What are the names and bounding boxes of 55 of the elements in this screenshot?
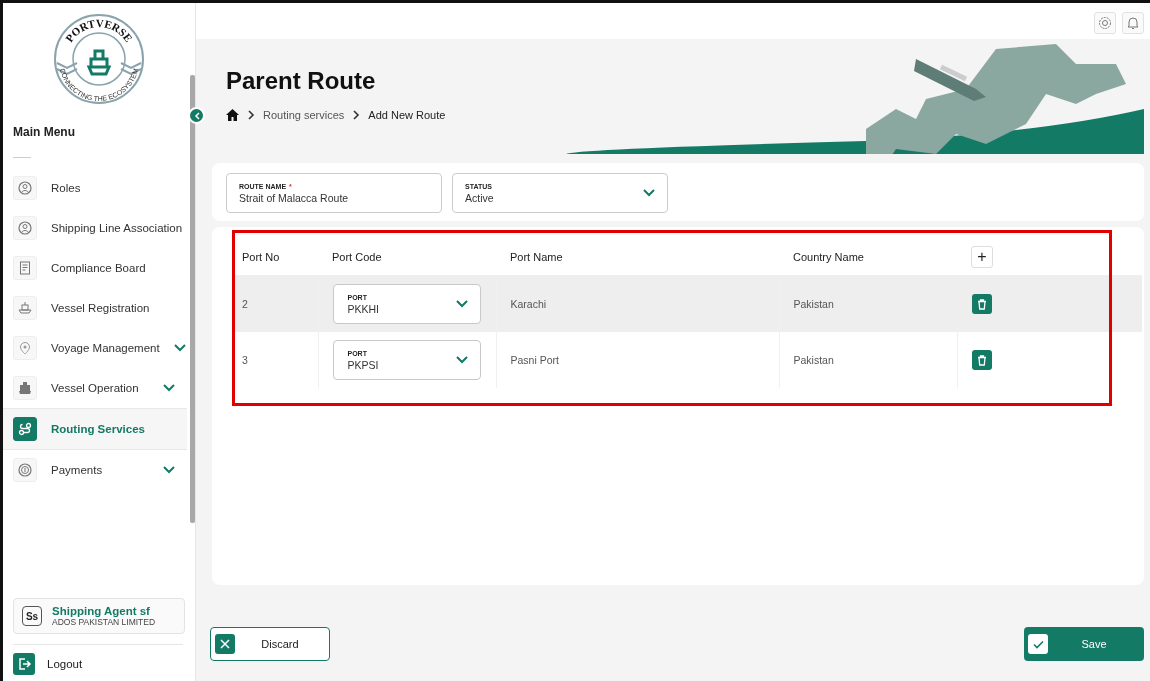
sidebar-item[interactable]: Vessel Registration bbox=[3, 288, 187, 328]
sidebar-item[interactable]: Shipping Line Association bbox=[3, 208, 187, 248]
add-row-button[interactable]: + bbox=[971, 246, 993, 268]
table-cell: 3 bbox=[242, 354, 248, 366]
user-organization: ADOS PAKISTAN LIMITED bbox=[52, 617, 156, 627]
home-icon[interactable] bbox=[226, 109, 239, 121]
page-title: Parent Route bbox=[226, 67, 377, 95]
chevron-down-icon bbox=[643, 189, 655, 197]
settings-button[interactable] bbox=[1094, 12, 1116, 34]
sidebar-item[interactable]: Routing Services bbox=[3, 408, 187, 450]
table-cell: Pakistan bbox=[793, 354, 834, 366]
breadcrumb-item[interactable]: Routing services bbox=[263, 109, 345, 121]
user-avatar: Ss bbox=[22, 606, 42, 626]
trash-icon bbox=[976, 354, 987, 366]
column-header: Country Name bbox=[793, 251, 864, 263]
menu-title: Main Menu bbox=[12, 124, 76, 139]
discard-button[interactable]: Discard bbox=[210, 627, 330, 661]
table-cell: 2 bbox=[242, 298, 248, 310]
settings-icon bbox=[1098, 16, 1112, 30]
trash-icon bbox=[976, 298, 987, 310]
column-header: Port No bbox=[242, 251, 280, 263]
chevron-right-icon bbox=[247, 110, 255, 120]
table-cell: Pasni Port bbox=[510, 354, 559, 366]
user-card[interactable]: Ss Shipping Agent sf ADOS PAKISTAN LIMITED bbox=[13, 598, 185, 634]
delete-button[interactable] bbox=[971, 350, 992, 370]
ship-icon bbox=[13, 376, 37, 400]
table-cell: Pakistan bbox=[793, 298, 834, 310]
column-header: Port Name bbox=[510, 251, 563, 263]
location-pin-icon bbox=[13, 336, 37, 360]
logout-icon bbox=[13, 653, 35, 675]
save-button[interactable]: Save bbox=[1024, 627, 1144, 661]
delete-button[interactable] bbox=[971, 294, 992, 314]
chevron-right-icon bbox=[352, 110, 361, 120]
check-icon bbox=[1032, 639, 1044, 649]
logout-button[interactable]: Logout bbox=[13, 644, 183, 675]
document-icon bbox=[13, 256, 37, 280]
sidebar-item[interactable]: Compliance Board bbox=[3, 248, 187, 288]
chevron-left-icon bbox=[193, 111, 200, 120]
sidebar-item[interactable]: Roles bbox=[3, 168, 187, 208]
route-icon bbox=[13, 417, 37, 441]
chevron-down-icon bbox=[455, 300, 468, 308]
bell-icon bbox=[1127, 16, 1139, 30]
collapse-sidebar-button[interactable] bbox=[188, 107, 205, 124]
close-icon bbox=[220, 639, 230, 649]
scrollbar[interactable] bbox=[190, 75, 195, 523]
sidebar-item[interactable]: Vessel Operation bbox=[3, 368, 187, 408]
coin-icon bbox=[13, 458, 37, 482]
sidebar-item[interactable]: Voyage Management bbox=[3, 328, 187, 368]
sidebar-item[interactable]: Payments bbox=[3, 450, 187, 490]
table-cell: Karachi bbox=[510, 298, 547, 310]
column-header: Port Code bbox=[332, 251, 382, 263]
ship-icon bbox=[13, 296, 37, 320]
user-name: Shipping Agent sf bbox=[52, 605, 151, 617]
chevron-down-icon bbox=[455, 356, 468, 364]
breadcrumb-item: Add New Route bbox=[368, 109, 446, 121]
